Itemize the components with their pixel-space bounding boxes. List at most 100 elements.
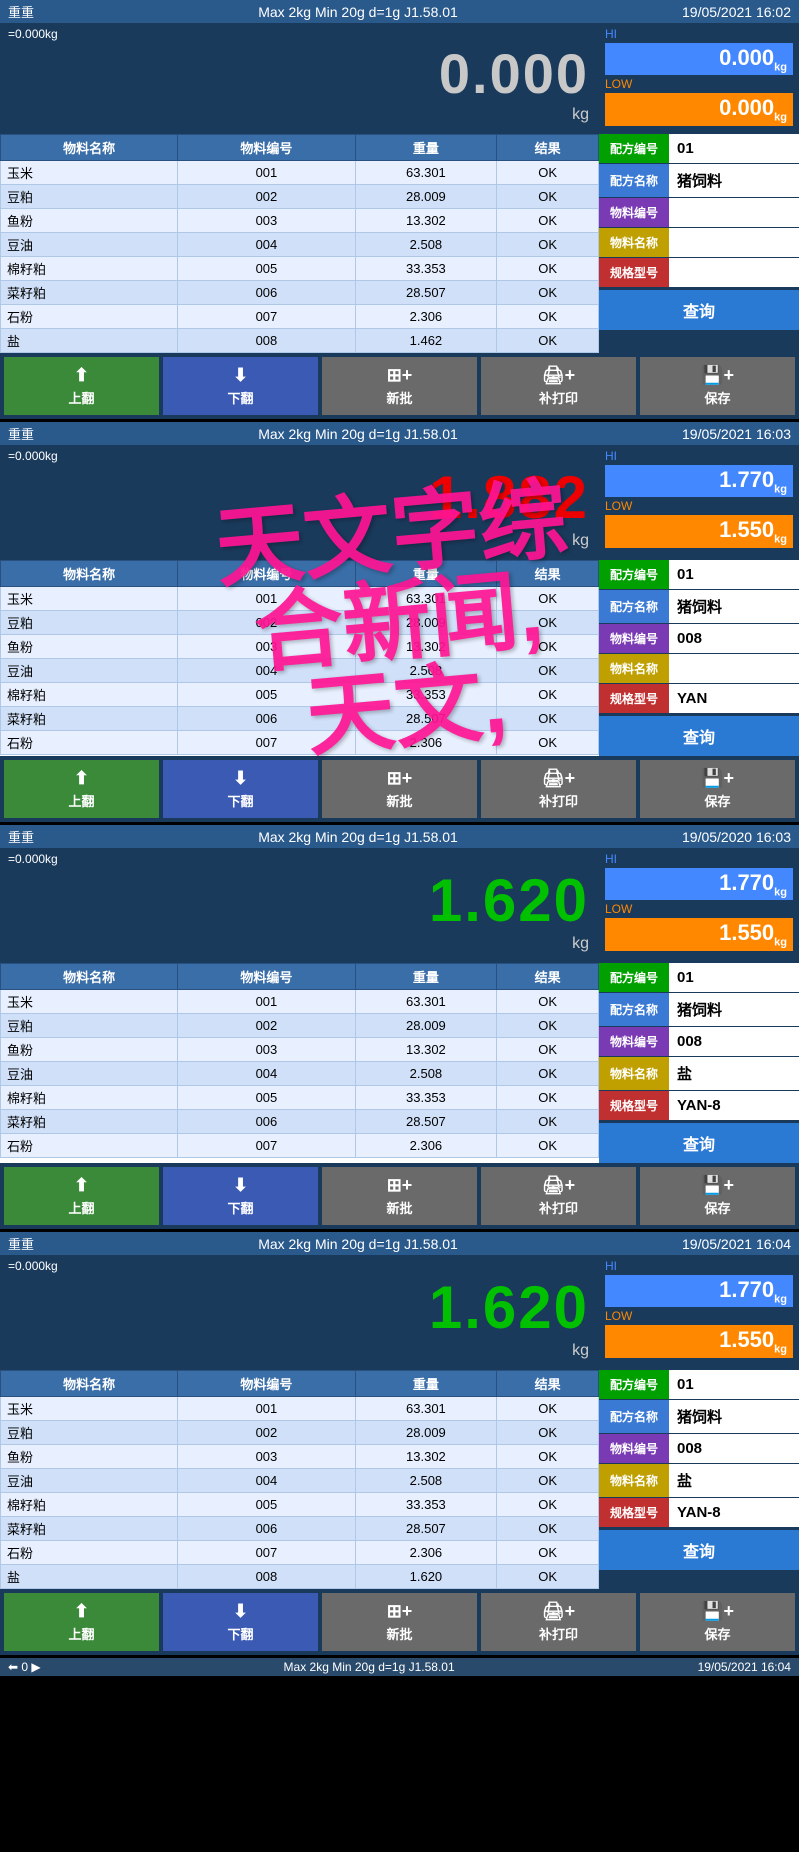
table-cell: 006: [178, 1110, 355, 1134]
table-cell: 豆油: [1, 1062, 178, 1086]
table-cell: 菜籽粕: [1, 1110, 178, 1134]
header-title: 重重: [8, 1234, 34, 1253]
table-cell: OK: [497, 1517, 599, 1541]
weight-main: =0.000kg 1.882 kg: [0, 445, 599, 560]
save-button-icon: 💾+: [701, 1601, 734, 1622]
down-button-label: 下翻: [227, 791, 253, 810]
material-name-label: 物料名称: [599, 654, 669, 683]
recipe-code-row: 配方编号 01: [599, 963, 799, 992]
info-panel: 配方编号 01 配方名称 猪饲料 物料编号 008 物料名称 盐 规格型号 YA…: [599, 963, 799, 1163]
new-batch-button[interactable]: ⊞+新批: [322, 760, 477, 818]
bottom-spec: Max 2kg Min 20g d=1g J1.58.01: [284, 1660, 455, 1674]
table-row: 棉籽粕00533.353OK: [1, 683, 599, 707]
table-cell: 003: [178, 209, 355, 233]
new-batch-button-icon: ⊞+: [387, 1601, 413, 1622]
query-button[interactable]: 查询: [599, 1530, 799, 1570]
button-bar: ⬆上翻⬇下翻⊞+新批🖨+补打印💾+保存: [0, 756, 799, 822]
save-button[interactable]: 💾+保存: [640, 357, 795, 415]
table-header: 结果: [497, 1371, 599, 1397]
table-cell: OK: [497, 1062, 599, 1086]
table-cell: 2.508: [355, 1062, 497, 1086]
table-cell: 28.009: [355, 611, 497, 635]
zero-track: =0.000kg: [8, 27, 58, 41]
new-batch-button[interactable]: ⊞+新批: [322, 1593, 477, 1651]
material-name-row: 物料名称: [599, 654, 799, 683]
up-button[interactable]: ⬆上翻: [4, 357, 159, 415]
down-button-label: 下翻: [227, 1198, 253, 1217]
table-cell: 001: [178, 990, 355, 1014]
query-button[interactable]: 查询: [599, 716, 799, 756]
material-code-label: 物料编号: [599, 624, 669, 653]
up-button[interactable]: ⬆上翻: [4, 760, 159, 818]
down-button[interactable]: ⬇下翻: [163, 1593, 318, 1651]
save-button[interactable]: 💾+保存: [640, 1167, 795, 1225]
table-cell: 豆粕: [1, 1014, 178, 1038]
down-button[interactable]: ⬇下翻: [163, 357, 318, 415]
table-cell: 003: [178, 1445, 355, 1469]
reprint-button[interactable]: 🖨+补打印: [481, 1167, 636, 1225]
reprint-button[interactable]: 🖨+补打印: [481, 1593, 636, 1651]
down-button-label: 下翻: [227, 388, 253, 407]
table-area: 物料名称物料编号重量结果玉米00163.301OK豆粕00228.009OK鱼粉…: [0, 1370, 799, 1589]
weight-unit: kg: [572, 106, 589, 124]
weight-main: =0.000kg 1.620 kg: [0, 848, 599, 963]
table-cell: OK: [497, 233, 599, 257]
query-button[interactable]: 查询: [599, 1123, 799, 1163]
header-datetime: 19/05/2020 16:03: [682, 829, 791, 845]
down-button[interactable]: ⬇下翻: [163, 1167, 318, 1225]
up-button[interactable]: ⬆上翻: [4, 1593, 159, 1651]
zero-track: =0.000kg: [8, 852, 58, 866]
table-row: 玉米00163.301OK: [1, 161, 599, 185]
reprint-button[interactable]: 🖨+补打印: [481, 760, 636, 818]
table-cell: 007: [178, 731, 355, 755]
reprint-button[interactable]: 🖨+补打印: [481, 357, 636, 415]
table-header: 重量: [355, 964, 497, 990]
table-cell: OK: [497, 1493, 599, 1517]
hi-value: 1.770kg: [605, 465, 793, 497]
bottom-nav-icon: ⬅ 0 ▶: [8, 1660, 41, 1674]
table-cell: 鱼粉: [1, 635, 178, 659]
table-cell: 33.353: [355, 257, 497, 281]
table-cell: 鱼粉: [1, 1038, 178, 1062]
recipe-code-row: 配方编号 01: [599, 134, 799, 163]
table-row: 鱼粉00313.302OK: [1, 1038, 599, 1062]
screen-panel-1: 重重 Max 2kg Min 20g d=1g J1.58.01 19/05/2…: [0, 0, 799, 422]
table-cell: OK: [497, 1445, 599, 1469]
recipe-code-row: 配方编号 01: [599, 1370, 799, 1399]
table-cell: 豆油: [1, 1469, 178, 1493]
table-cell: 鱼粉: [1, 209, 178, 233]
down-button[interactable]: ⬇下翻: [163, 760, 318, 818]
info-panel: 配方编号 01 配方名称 猪饲料 物料编号 008 物料名称 规格型号 YAN …: [599, 560, 799, 756]
lo-value: 1.550kg: [605, 918, 793, 950]
query-button[interactable]: 查询: [599, 290, 799, 330]
weight-display-area: =0.000kg 1.620 kg HI 1.770kg LOW 1.550kg: [0, 848, 799, 963]
table-cell: 33.353: [355, 683, 497, 707]
new-batch-button-icon: ⊞+: [387, 768, 413, 789]
lo-value: 0.000kg: [605, 93, 793, 125]
table-cell: 棉籽粕: [1, 683, 178, 707]
table-area: 物料名称物料编号重量结果玉米00163.301OK豆粕00228.009OK鱼粉…: [0, 963, 799, 1163]
table-row: 石粉0072.306OK: [1, 305, 599, 329]
save-button-icon: 💾+: [701, 365, 734, 386]
header-bar: 重重 Max 2kg Min 20g d=1g J1.58.01 19/05/2…: [0, 825, 799, 848]
new-batch-button[interactable]: ⊞+新批: [322, 1167, 477, 1225]
recipe-code-value: 01: [669, 134, 799, 163]
material-code-label: 物料编号: [599, 1434, 669, 1463]
material-name-value: [669, 228, 799, 257]
table-row: 豆粕00228.009OK: [1, 1421, 599, 1445]
new-batch-button[interactable]: ⊞+新批: [322, 357, 477, 415]
table-cell: 002: [178, 611, 355, 635]
table-header: 重量: [355, 135, 497, 161]
table-cell: 002: [178, 185, 355, 209]
save-button[interactable]: 💾+保存: [640, 760, 795, 818]
reprint-button-label: 补打印: [539, 1198, 578, 1217]
table-area: 物料名称物料编号重量结果玉米00163.301OK豆粕00228.009OK鱼粉…: [0, 134, 799, 353]
table-cell: 玉米: [1, 990, 178, 1014]
table-header: 物料编号: [178, 561, 355, 587]
table-row: 盐0081.462OK: [1, 329, 599, 353]
up-button[interactable]: ⬆上翻: [4, 1167, 159, 1225]
recipe-name-row: 配方名称 猪饲料: [599, 590, 799, 623]
reprint-button-icon: 🖨+: [542, 768, 575, 789]
header-datetime: 19/05/2021 16:04: [682, 1236, 791, 1252]
save-button[interactable]: 💾+保存: [640, 1593, 795, 1651]
